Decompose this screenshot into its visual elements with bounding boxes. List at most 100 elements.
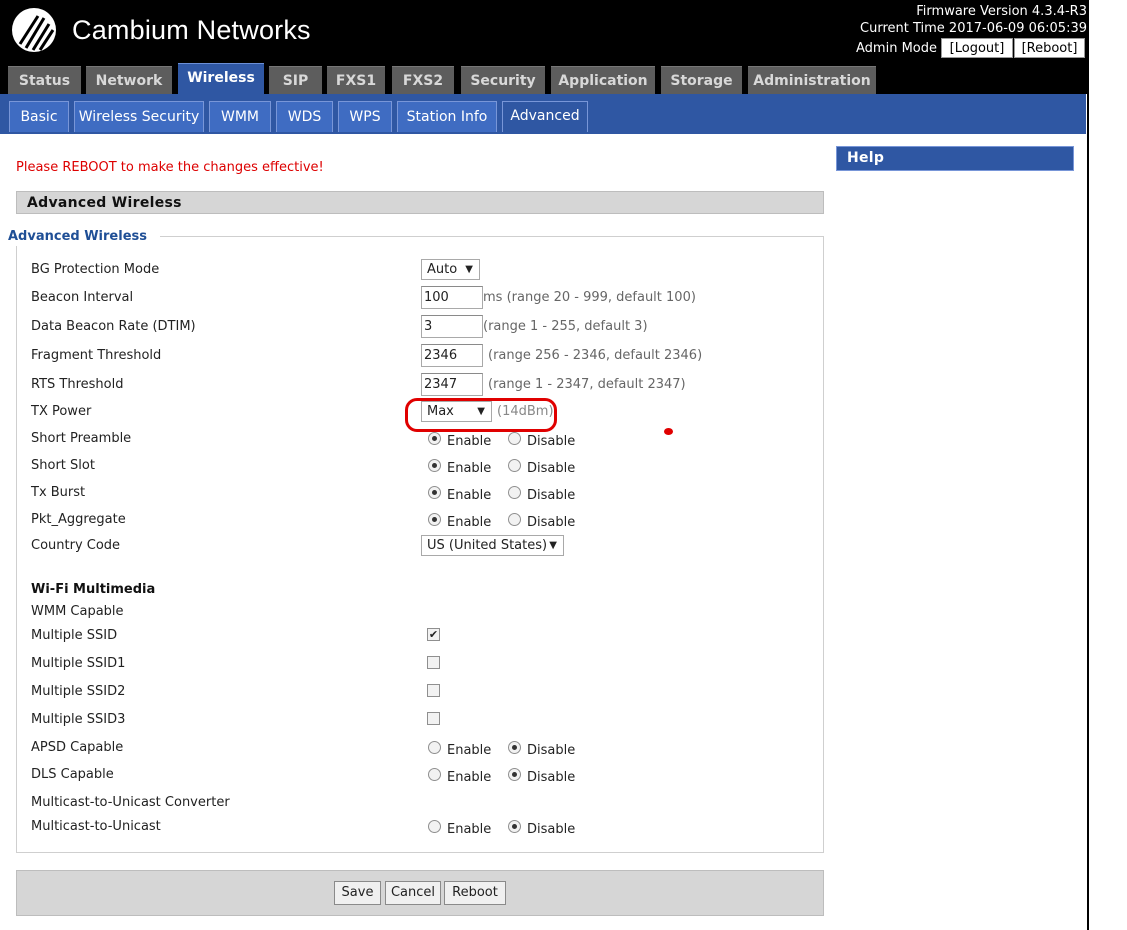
brand-logo: Cambium Networks	[0, 0, 338, 58]
help-title: Help	[847, 150, 885, 166]
tab-fxs1[interactable]: FXS1	[327, 66, 385, 94]
m2u-converter-heading: Multicast-to-Unicast Converter	[31, 795, 230, 810]
wmm-capable-label: WMM Capable	[31, 604, 124, 619]
subtab-advanced[interactable]: Advanced	[502, 101, 588, 132]
tx-burst-enable-label: Enable	[447, 488, 492, 503]
subtab-wps[interactable]: WPS	[338, 101, 392, 132]
apsd-capable-label: APSD Capable	[31, 740, 124, 755]
dls-enable-label: Enable	[447, 770, 492, 785]
annotation-dot	[664, 428, 673, 435]
pkt-aggregate-label: Pkt_Aggregate	[31, 512, 126, 527]
pkt-aggregate-disable-label: Disable	[527, 515, 576, 530]
tab-sip[interactable]: SIP	[269, 66, 322, 94]
tab-application[interactable]: Application	[551, 66, 655, 94]
apsd-enable-radio[interactable]	[428, 741, 441, 754]
short-preamble-disable-label: Disable	[527, 434, 576, 449]
short-preamble-label: Short Preamble	[31, 431, 132, 446]
multiple-ssid-checkbox[interactable]: ✔	[427, 628, 440, 641]
apsd-disable-label: Disable	[527, 743, 576, 758]
subtab-wmm[interactable]: WMM	[209, 101, 271, 132]
tx-burst-disable-radio[interactable]	[508, 486, 521, 499]
country-code-label: Country Code	[31, 538, 121, 553]
pkt-aggregate-disable-radio[interactable]	[508, 513, 521, 526]
multiple-ssid2-checkbox[interactable]	[427, 684, 440, 697]
cancel-button[interactable]: Cancel	[385, 881, 441, 905]
fieldset-legend: Advanced Wireless	[8, 229, 147, 244]
dls-capable-label: DLS Capable	[31, 767, 114, 782]
tab-fxs2[interactable]: FXS2	[392, 66, 454, 94]
section-title: Advanced Wireless	[27, 195, 182, 211]
m2u-enable-radio[interactable]	[428, 820, 441, 833]
multiple-ssid-label: Multiple SSID	[31, 628, 118, 643]
dls-disable-radio[interactable]	[508, 768, 521, 781]
cambium-logo-icon	[12, 8, 56, 52]
dtim-input[interactable]: 3	[421, 315, 483, 338]
country-code-value: US (United States)	[427, 538, 548, 553]
multiple-ssid3-checkbox[interactable]	[427, 712, 440, 725]
m2u-disable-radio[interactable]	[508, 820, 521, 833]
multiple-ssid1-checkbox[interactable]	[427, 656, 440, 669]
pkt-aggregate-enable-radio[interactable]	[428, 513, 441, 526]
rts-threshold-label: RTS Threshold	[31, 377, 124, 392]
short-preamble-enable-radio[interactable]	[428, 432, 441, 445]
short-slot-enable-radio[interactable]	[428, 459, 441, 472]
page-margin	[1089, 0, 1127, 930]
tab-wireless[interactable]: Wireless	[178, 63, 264, 94]
short-preamble-enable-label: Enable	[447, 434, 492, 449]
tab-storage[interactable]: Storage	[661, 66, 742, 94]
brand-name: Cambium Networks	[72, 15, 311, 45]
subtab-basic[interactable]: Basic	[9, 101, 69, 132]
short-slot-enable-label: Enable	[447, 461, 492, 476]
subtab-wds[interactable]: WDS	[276, 101, 333, 132]
wifi-multimedia-heading: Wi-Fi Multimedia	[31, 582, 156, 597]
multiple-ssid3-label: Multiple SSID3	[31, 712, 126, 727]
bg-protection-label: BG Protection Mode	[31, 262, 160, 277]
chevron-down-icon: ▼	[549, 540, 557, 551]
short-slot-label: Short Slot	[31, 458, 95, 473]
fragment-threshold-hint: (range 256 - 2346, default 2346)	[488, 348, 703, 363]
save-button[interactable]: Save	[334, 881, 381, 905]
fragment-threshold-input[interactable]: 2346	[421, 344, 483, 367]
apsd-enable-label: Enable	[447, 743, 492, 758]
tx-burst-enable-radio[interactable]	[428, 486, 441, 499]
subtab-station-info[interactable]: Station Info	[397, 101, 497, 132]
short-slot-disable-radio[interactable]	[508, 459, 521, 472]
beacon-interval-input[interactable]: 100	[421, 286, 483, 309]
tx-burst-disable-label: Disable	[527, 488, 576, 503]
logout-button[interactable]: [Logout]	[941, 38, 1013, 58]
short-slot-disable-label: Disable	[527, 461, 576, 476]
dls-disable-label: Disable	[527, 770, 576, 785]
tx-burst-label: Tx Burst	[31, 485, 86, 500]
current-time: Current Time 2017-06-09 06:05:39	[860, 21, 1087, 36]
tab-administration[interactable]: Administration	[748, 66, 876, 94]
highlight-annotation-ring	[405, 398, 557, 432]
rts-threshold-input[interactable]: 2347	[421, 373, 483, 396]
short-preamble-disable-radio[interactable]	[508, 432, 521, 445]
m2u-enable-label: Enable	[447, 822, 492, 837]
multiple-ssid2-label: Multiple SSID2	[31, 684, 126, 699]
fragment-threshold-label: Fragment Threshold	[31, 348, 162, 363]
header-reboot-button[interactable]: [Reboot]	[1014, 38, 1085, 58]
pkt-aggregate-enable-label: Enable	[447, 515, 492, 530]
tab-network[interactable]: Network	[86, 66, 172, 94]
m2u-label: Multicast-to-Unicast	[31, 819, 161, 834]
bg-protection-value: Auto	[427, 262, 458, 277]
bg-protection-select[interactable]: Auto ▼	[421, 259, 480, 280]
reboot-button[interactable]: Reboot	[444, 881, 506, 905]
tx-power-label: TX Power	[31, 404, 92, 419]
dls-enable-radio[interactable]	[428, 768, 441, 781]
tab-security[interactable]: Security	[461, 66, 545, 94]
rts-threshold-hint: (range 1 - 2347, default 2347)	[488, 377, 686, 392]
tab-status[interactable]: Status	[8, 66, 81, 94]
firmware-version: Firmware Version 4.3.4-R3	[916, 4, 1087, 19]
beacon-interval-hint: ms (range 20 - 999, default 100)	[483, 290, 696, 305]
country-code-select[interactable]: US (United States) ▼	[421, 535, 564, 556]
reboot-notice: Please REBOOT to make the changes effect…	[16, 160, 324, 175]
subtab-wireless-security[interactable]: Wireless Security	[74, 101, 204, 132]
beacon-interval-label: Beacon Interval	[31, 290, 134, 305]
apsd-disable-radio[interactable]	[508, 741, 521, 754]
dtim-hint: (range 1 - 255, default 3)	[483, 319, 648, 334]
m2u-disable-label: Disable	[527, 822, 576, 837]
chevron-down-icon: ▼	[465, 264, 473, 275]
multiple-ssid1-label: Multiple SSID1	[31, 656, 126, 671]
